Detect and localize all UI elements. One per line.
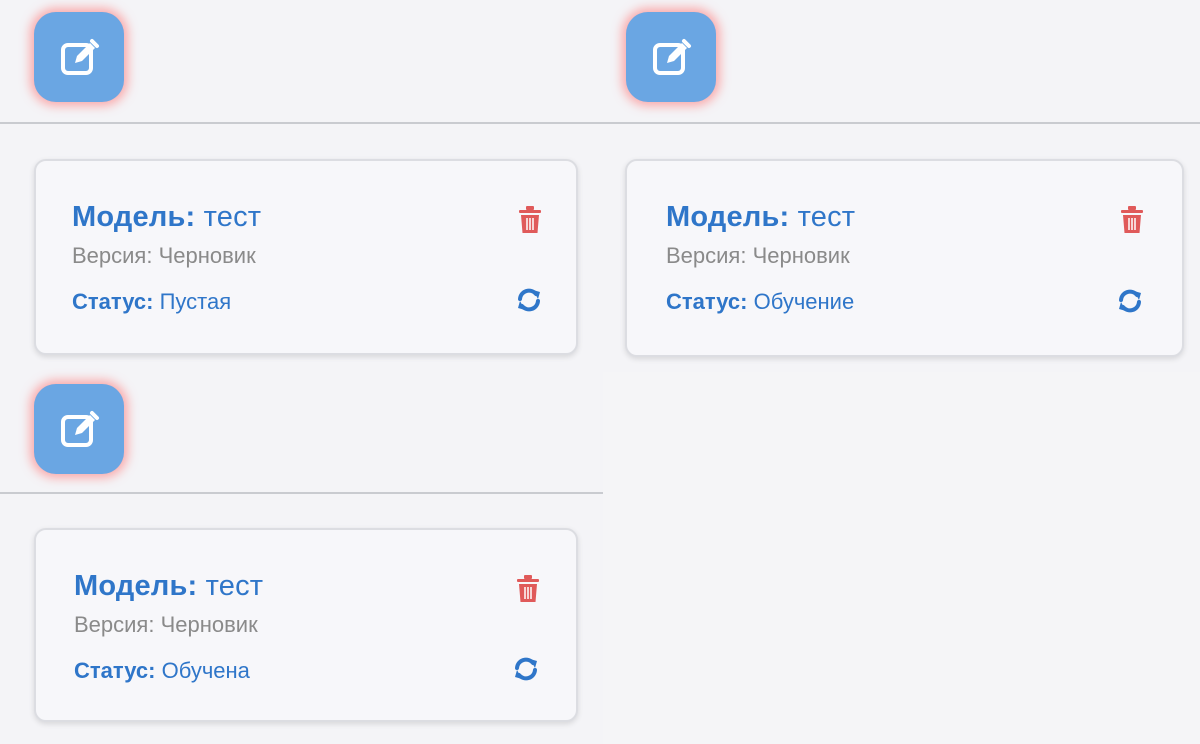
- status-label: Статус:: [72, 289, 154, 314]
- version-text: Версия: Черновик: [74, 612, 258, 637]
- empty-area: [603, 372, 1200, 744]
- trash-icon[interactable]: [1121, 206, 1143, 234]
- model-name: тест: [203, 201, 262, 233]
- refresh-icon[interactable]: [1117, 288, 1143, 314]
- header-divider: [0, 122, 600, 124]
- model-title: Модель: тест: [666, 201, 855, 234]
- edit-button[interactable]: [34, 12, 124, 102]
- edit-icon: [653, 39, 691, 75]
- version-text: Версия: Черновик: [72, 243, 256, 268]
- model-title: Модель: тест: [72, 201, 261, 234]
- model-title: Модель: тест: [74, 570, 263, 603]
- status-value: Обучение: [753, 289, 855, 314]
- refresh-icon[interactable]: [516, 287, 542, 313]
- edit-icon: [61, 411, 99, 447]
- edit-button[interactable]: [34, 384, 124, 474]
- model-card: Модель: тест Версия: Черновик Статус: Об…: [34, 528, 578, 722]
- model-panel-2: Модель: тест Версия: Черновик Статус: Об…: [600, 0, 1200, 372]
- model-label: Модель:: [72, 201, 196, 233]
- status-label: Статус:: [666, 289, 748, 314]
- header-divider: [0, 492, 613, 494]
- status-text: Статус: Пустая: [72, 289, 231, 315]
- status-text: Статус: Обучение: [666, 289, 854, 315]
- model-name: тест: [797, 201, 856, 233]
- model-panel-3: Модель: тест Версия: Черновик Статус: Об…: [0, 372, 613, 744]
- status-value: Обучена: [161, 658, 250, 683]
- refresh-icon[interactable]: [513, 656, 539, 682]
- model-label: Модель:: [666, 201, 790, 233]
- edit-icon: [61, 39, 99, 75]
- header-divider: [600, 122, 1200, 124]
- model-card: Модель: тест Версия: Черновик Статус: Пу…: [34, 159, 578, 355]
- model-name: тест: [205, 570, 264, 602]
- status-value: Пустая: [159, 289, 232, 314]
- version-text: Версия: Черновик: [666, 243, 850, 268]
- status-label: Статус:: [74, 658, 156, 683]
- model-label: Модель:: [74, 570, 198, 602]
- status-text: Статус: Обучена: [74, 658, 250, 684]
- model-panel-1: Модель: тест Версия: Черновик Статус: Пу…: [0, 0, 600, 372]
- trash-icon[interactable]: [519, 206, 541, 234]
- model-card: Модель: тест Версия: Черновик Статус: Об…: [625, 159, 1184, 357]
- trash-icon[interactable]: [517, 575, 539, 603]
- edit-button[interactable]: [626, 12, 716, 102]
